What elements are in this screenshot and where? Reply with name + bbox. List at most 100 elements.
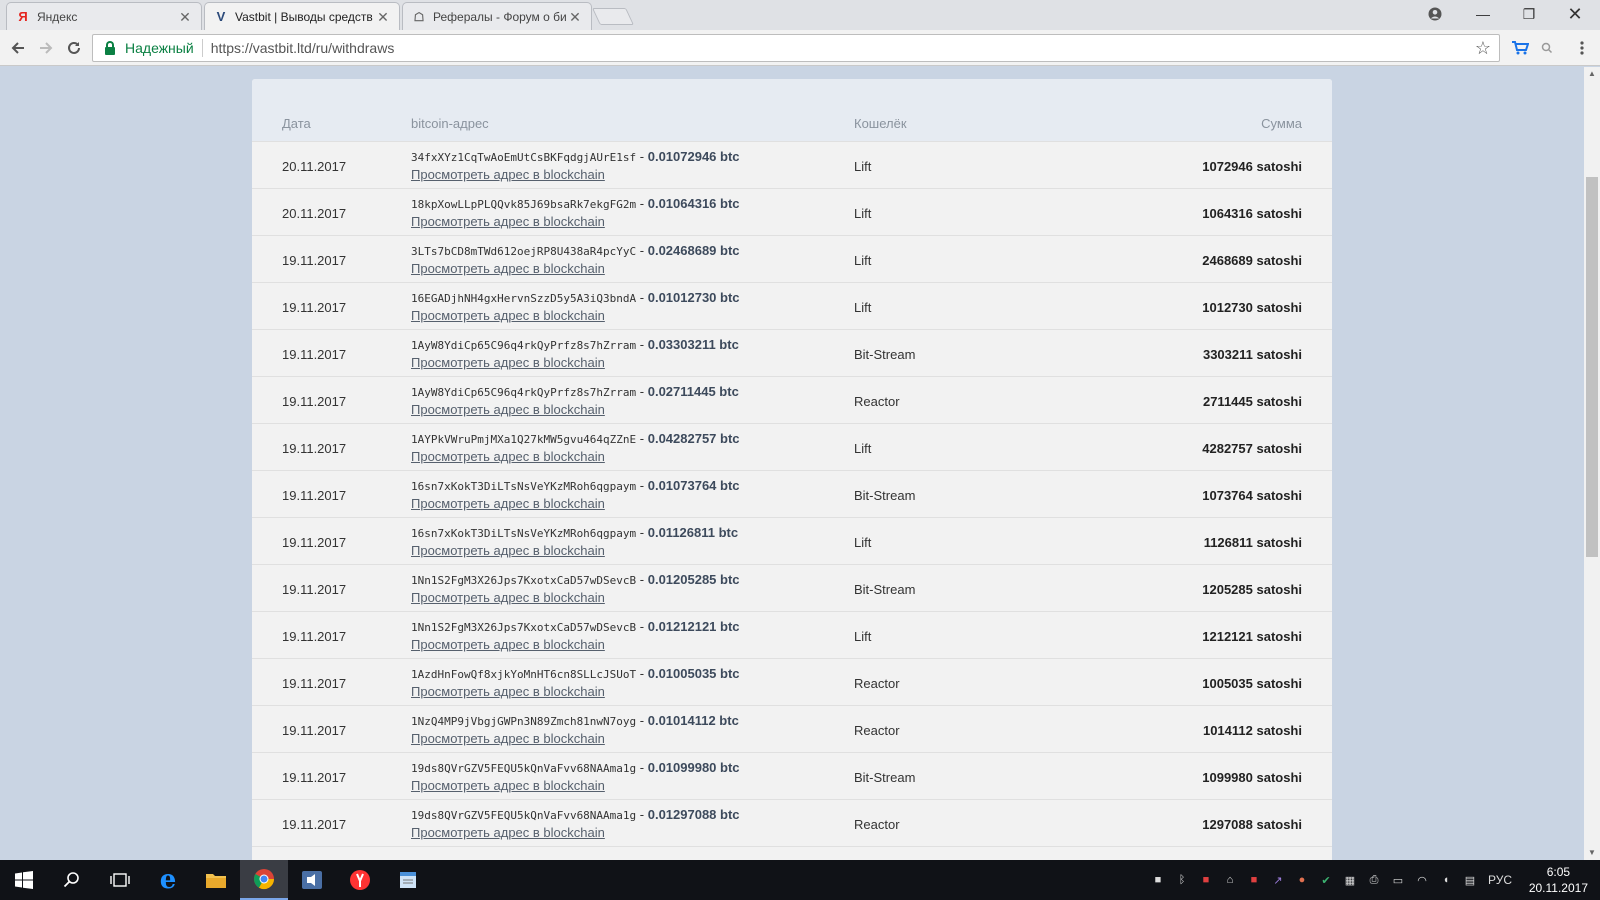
back-button[interactable] (6, 36, 30, 60)
bookmark-star-icon[interactable]: ☆ (1475, 38, 1491, 59)
reload-button[interactable] (62, 36, 86, 60)
menu-kebab-icon[interactable] (1572, 37, 1592, 59)
separator-dash: - (636, 149, 648, 164)
tray-app-icon[interactable]: ■ (1148, 860, 1168, 900)
volume-icon[interactable]: ◖ (1436, 860, 1456, 900)
close-tab-icon[interactable]: ✕ (567, 9, 583, 25)
row-address: 1AyW8YdiCp65C96q4rkQyPrfz8s7hZrram - 0.0… (411, 337, 739, 352)
checkmark-icon[interactable]: ✔ (1316, 860, 1336, 900)
row-sum: 1014112 satoshi (1202, 723, 1302, 738)
view-in-blockchain-link[interactable]: Просмотреть адрес в blockchain (411, 402, 605, 417)
keyboard-icon[interactable]: ▦ (1340, 860, 1360, 900)
bitcoin-address: 18kpXowLLpPLQQvk85J69bsaRk7ekgFG2m (411, 198, 637, 211)
usb-icon[interactable]: ⌂ (1220, 860, 1240, 900)
start-button[interactable] (0, 860, 48, 900)
view-in-blockchain-link[interactable]: Просмотреть адрес в blockchain (411, 778, 605, 793)
scroll-thumb[interactable] (1586, 177, 1598, 557)
language-indicator[interactable]: РУС (1484, 860, 1516, 900)
view-in-blockchain-link[interactable]: Просмотреть адрес в blockchain (411, 308, 605, 323)
pdf-icon[interactable]: ■ (1244, 860, 1264, 900)
row-sum: 1005035 satoshi (1202, 676, 1302, 691)
table-row: 19.11.2017 16sn7xKokT3DiLTsNsVeYKzMRoh6qg… (252, 470, 1332, 517)
row-wallet: Lift (854, 206, 872, 221)
bluetooth-icon[interactable]: ᛒ (1172, 860, 1192, 900)
close-window-button[interactable]: ✕ (1552, 0, 1598, 28)
forward-button[interactable] (34, 36, 58, 60)
view-in-blockchain-link[interactable]: Просмотреть адрес в blockchain (411, 167, 605, 182)
row-date: 19.11.2017 (282, 676, 347, 691)
restore-button[interactable]: ❐ (1506, 0, 1552, 28)
table-row: 19.11.2017 1NzQ4MP9jVbgjGWPn3N89Zmch81nwN… (252, 705, 1332, 752)
view-in-blockchain-link[interactable]: Просмотреть адрес в blockchain (411, 684, 605, 699)
printer-icon[interactable]: ⎙ (1364, 860, 1384, 900)
btc-amount: 0.01126811 btc (647, 525, 739, 540)
bitcoin-address: 1Nn1S2FgM3X26Jps7KxotxCaD57wDSevcB (411, 621, 637, 634)
system-clock[interactable]: 6:05 20.11.2017 (1529, 864, 1588, 896)
bitcoin-address: 1AzdHnFowQf8xjkYoMnHT6cn8SLLcJSUoT (411, 668, 637, 681)
table-row: 20.11.2017 18kpXowLLpPLQQvk85J69bsaRk7ekg… (252, 188, 1332, 235)
view-in-blockchain-link[interactable]: Просмотреть адрес в blockchain (411, 449, 605, 464)
address-bar[interactable]: Надежный https://vastbit.ltd/ru/withdraw… (92, 34, 1500, 62)
notepad-icon[interactable] (384, 860, 432, 900)
view-in-blockchain-link[interactable]: Просмотреть адрес в blockchain (411, 355, 605, 370)
row-address: 16EGADjhNH4gxHervnSzzD5y5A3iQ3bndA - 0.0… (411, 290, 740, 305)
bitcoin-address: 19ds8QVrGZV5FEQU5kQnVaFvv68NAAma1g (411, 762, 637, 775)
row-wallet: Lift (854, 629, 872, 644)
btc-amount: 0.01064316 btc (647, 196, 740, 211)
tab-vastbit[interactable]: V Vastbit | Выводы средств ✕ (204, 2, 400, 30)
clock-date: 20.11.2017 (1528, 881, 1588, 895)
new-tab-button[interactable] (592, 8, 634, 25)
chrome-icon[interactable] (240, 860, 288, 900)
row-date: 20.11.2017 (282, 206, 347, 221)
row-date: 19.11.2017 (282, 770, 347, 785)
view-in-blockchain-link[interactable]: Просмотреть адрес в blockchain (411, 637, 605, 652)
media-player-icon[interactable] (288, 860, 336, 900)
view-in-blockchain-link[interactable]: Просмотреть адрес в blockchain (411, 825, 605, 840)
view-in-blockchain-link[interactable]: Просмотреть адрес в blockchain (411, 543, 605, 558)
row-sum: 1064316 satoshi (1202, 206, 1302, 221)
row-wallet: Lift (854, 159, 872, 174)
table-row: 19.11.2017 1AzdHnFowQf8xjkYoMnHT6cn8SLLcJ… (252, 658, 1332, 705)
clock-time: 6:05 (1546, 865, 1571, 879)
view-in-blockchain-link[interactable]: Просмотреть адрес в blockchain (411, 590, 605, 605)
page-scrollbar[interactable]: ▲ ▼ (1584, 67, 1600, 860)
edge-icon[interactable]: e (144, 860, 192, 900)
withdrawals-card: Дата bitcoin-адрес Кошелёк Сумма 20.11.2… (252, 79, 1332, 860)
file-explorer-icon[interactable] (192, 860, 240, 900)
row-address: 1AzdHnFowQf8xjkYoMnHT6cn8SLLcJSUoT - 0.0… (411, 666, 740, 681)
url-text[interactable]: https://vastbit.ltd/ru/withdraws (211, 40, 395, 56)
row-sum: 2468689 satoshi (1202, 253, 1302, 268)
profile-icon[interactable] (1412, 0, 1458, 28)
tray-ring-icon[interactable]: ● (1292, 860, 1312, 900)
row-date: 19.11.2017 (282, 629, 347, 644)
close-tab-icon[interactable]: ✕ (177, 9, 193, 25)
tab-forum[interactable]: ☖ Рефералы - Форум о би ✕ (402, 2, 592, 30)
search-extension-icon[interactable] (1536, 37, 1558, 59)
search-icon[interactable] (48, 860, 96, 900)
view-in-blockchain-link[interactable]: Просмотреть адрес в blockchain (411, 214, 605, 229)
table-row: 19.11.2017 16sn7xKokT3DiLTsNsVeYKzMRoh6qg… (252, 517, 1332, 564)
table-row: 19.11.2017 19ds8QVrGZV5FEQU5kQnVaFvv68NAA… (252, 799, 1332, 846)
tray-arrow-icon[interactable]: ↗ (1268, 860, 1288, 900)
cart-extension-icon[interactable] (1508, 37, 1532, 59)
yandex-browser-icon[interactable] (336, 860, 384, 900)
row-sum: 1072946 satoshi (1202, 159, 1302, 174)
tab-yandex[interactable]: Я Яндекс ✕ (6, 2, 202, 30)
table-row: 19.11.2017 1Nn1S2FgM3X26Jps7KxotxCaD57wDS… (252, 564, 1332, 611)
antivirus-icon[interactable]: ■ (1196, 860, 1216, 900)
scroll-up-arrow-icon[interactable]: ▲ (1584, 67, 1600, 81)
view-in-blockchain-link[interactable]: Просмотреть адрес в blockchain (411, 496, 605, 511)
separator-dash: - (636, 290, 648, 305)
row-wallet: Bit-Stream (854, 770, 916, 785)
view-in-blockchain-link[interactable]: Просмотреть адрес в blockchain (411, 261, 605, 276)
scroll-down-arrow-icon[interactable]: ▼ (1584, 846, 1600, 860)
close-tab-icon[interactable]: ✕ (375, 9, 391, 25)
row-sum: 1212121 satoshi (1202, 629, 1302, 644)
tab-title: Яндекс (37, 9, 78, 24)
battery-icon[interactable]: ▭ (1388, 860, 1408, 900)
minimize-button[interactable]: — (1460, 0, 1506, 28)
view-in-blockchain-link[interactable]: Просмотреть адрес в blockchain (411, 731, 605, 746)
notifications-icon[interactable]: ▤ (1460, 860, 1480, 900)
network-icon[interactable]: ◠ (1412, 860, 1432, 900)
task-view-icon[interactable] (96, 860, 144, 900)
